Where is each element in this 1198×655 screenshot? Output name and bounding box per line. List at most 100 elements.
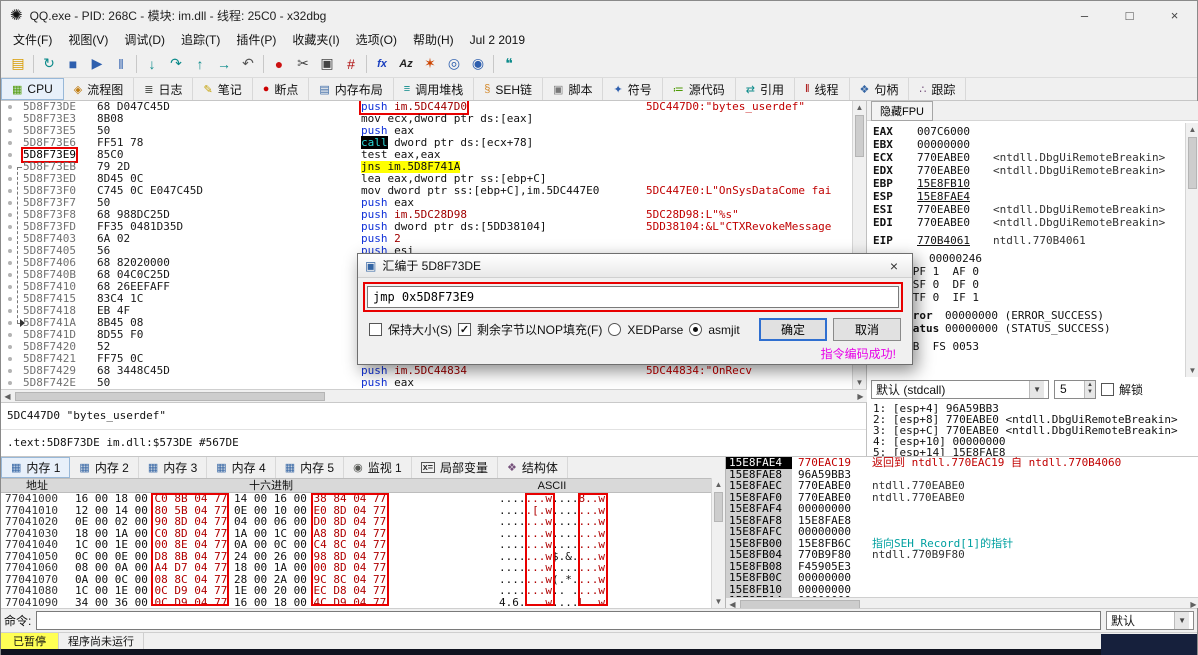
breakpoint-dot-icon[interactable]	[8, 177, 12, 181]
scrollbar-thumb[interactable]	[15, 392, 325, 401]
breakpoint-dot-icon[interactable]	[8, 165, 12, 169]
breakpoint-dot-icon[interactable]	[8, 285, 12, 289]
scrollbar-thumb[interactable]	[855, 115, 864, 157]
dialog-close-icon[interactable]: ×	[876, 254, 912, 277]
patch-icon[interactable]: ▣	[315, 53, 339, 75]
register-value[interactable]: 15E8FAE4	[917, 190, 993, 203]
register-value[interactable]: 00000246	[929, 252, 1005, 265]
unlock-checkbox[interactable]	[1101, 382, 1114, 396]
stack-row[interactable]: 15E8FAE4 770EAC19 返回到 ntdll.770EAC19 自 ntd…	[726, 457, 1198, 469]
tab-dump-2[interactable]: ▦ 内存 2	[70, 457, 139, 478]
breakpoint-dot-icon[interactable]	[8, 117, 12, 121]
stack-row[interactable]: 15E8FB08 F45905E3	[726, 560, 1198, 572]
breakpoint-dot-icon[interactable]	[8, 237, 12, 241]
back-icon[interactable]: ↶	[236, 53, 260, 75]
disasm-row[interactable]: 5D8F7403 6A 02 push 2	[1, 233, 851, 245]
close-button[interactable]: ×	[1152, 1, 1197, 29]
stack-row[interactable]: 15E8FAF8 15E8FAE8	[726, 514, 1198, 526]
fx-icon[interactable]: fx	[370, 53, 394, 75]
scroll-down-icon[interactable]: ▼	[712, 595, 725, 608]
breakpoint-dot-icon[interactable]	[8, 141, 12, 145]
star-icon[interactable]: ✶	[418, 53, 442, 75]
menu-item-7[interactable]: 帮助(H)	[405, 29, 462, 50]
tab-struct[interactable]: ❖ 结构体	[498, 457, 568, 478]
tab-dump-5[interactable]: ▦ 内存 5	[276, 457, 345, 478]
tab-breakpoints[interactable]: ● 断点	[253, 78, 310, 100]
breakpoint-dot-icon[interactable]	[8, 369, 12, 373]
step-over-icon[interactable]: ↷	[164, 53, 188, 75]
scissors-icon[interactable]: ✂	[291, 53, 315, 75]
breakpoint-dot-icon[interactable]	[8, 249, 12, 253]
tab-dump-1[interactable]: ▦ 内存 1	[1, 457, 71, 478]
scroll-up-icon[interactable]: ▲	[712, 478, 725, 491]
breakpoint-dot-icon[interactable]	[8, 309, 12, 313]
command-dropdown[interactable]: 默认 ▼	[1106, 611, 1194, 630]
tab-source[interactable]: ≔ 源代码	[663, 78, 736, 100]
disasm-row[interactable]: 5D8F742E 50 push eax	[1, 377, 851, 389]
tab-log[interactable]: ≣ 日志	[134, 78, 194, 100]
scrollbar-thumb[interactable]	[714, 492, 723, 522]
register-value[interactable]: 00000000 (ERROR_SUCCESS)	[945, 309, 1104, 322]
tab-dump-4[interactable]: ▦ 内存 4	[207, 457, 276, 478]
chat-icon[interactable]: ❝	[497, 53, 521, 75]
minimize-button[interactable]: –	[1062, 1, 1107, 29]
scroll-left-icon[interactable]: ◀	[726, 598, 739, 608]
calling-convention-select[interactable]: 默认 (stdcall) ▼	[871, 379, 1049, 399]
tab-cpu[interactable]: ▦ CPU	[1, 78, 64, 100]
breakpoint-dot-icon[interactable]	[8, 333, 12, 337]
scrollbar-thumb[interactable]	[740, 600, 860, 608]
spinner-arrows-icon[interactable]: ▲ ▼	[1084, 380, 1095, 398]
scroll-down-icon[interactable]: ▼	[1186, 364, 1198, 377]
menu-item-6[interactable]: 选项(O)	[348, 29, 405, 50]
hash-icon[interactable]: #	[339, 53, 363, 75]
menu-item-1[interactable]: 视图(V)	[60, 29, 116, 50]
az-icon[interactable]: Az	[394, 53, 418, 75]
register-value[interactable]: 15E8FB10	[917, 177, 993, 190]
disasm-row[interactable]: 5D8F7429 68 3448C45D push im.5DC44834 5DC44…	[1, 365, 851, 377]
breakpoint-dot-icon[interactable]	[8, 321, 12, 325]
breakpoint-dot-icon[interactable]	[8, 201, 12, 205]
step-out-icon[interactable]: ↑	[188, 53, 212, 75]
menu-item-2[interactable]: 调试(D)	[116, 29, 173, 50]
tab-call-stack[interactable]: ≡ 调用堆栈	[394, 78, 475, 100]
tab-script[interactable]: ▣ 脚本	[543, 78, 604, 100]
breakpoint-dot-icon[interactable]	[8, 213, 12, 217]
stack-row[interactable]: 15E8FB0C 00000000	[726, 572, 1198, 584]
registers-scrollbar[interactable]: ▲ ▼	[1185, 123, 1198, 377]
register-value[interactable]: 770EABE0	[917, 151, 993, 164]
scroll-up-icon[interactable]: ▲	[1186, 123, 1198, 136]
tab-symbols[interactable]: ✦ 符号	[603, 78, 663, 100]
breakpoint-dot-icon[interactable]	[8, 153, 12, 157]
register-value[interactable]: 007C6000	[917, 125, 993, 138]
stack-horizontal-scrollbar[interactable]: ◀ ▶	[726, 597, 1198, 608]
pause-icon[interactable]: ‖	[109, 53, 133, 75]
command-input[interactable]	[36, 611, 1101, 630]
menu-item-5[interactable]: 收藏夹(I)	[284, 29, 347, 50]
register-value[interactable]: 770B4061	[917, 234, 993, 247]
disasm-horizontal-scrollbar[interactable]: ◀ ▶	[1, 389, 867, 402]
maximize-button[interactable]: □	[1107, 1, 1152, 29]
stack-row[interactable]: 15E8FAF4 00000000	[726, 503, 1198, 515]
dump-scrollbar[interactable]: ▲ ▼	[711, 478, 725, 608]
stack-row[interactable]: 15E8FAEC 770EABE0 ntdll.770EABE0	[726, 480, 1198, 492]
cancel-button[interactable]: 取消	[833, 318, 901, 341]
tab-references[interactable]: ⇄ 引用	[736, 78, 795, 100]
scroll-up-icon[interactable]: ▲	[853, 101, 866, 114]
tab-watch-1[interactable]: ◉ 监视 1	[344, 457, 412, 478]
breakpoint-dot-icon[interactable]	[8, 105, 12, 109]
run-icon[interactable]: ▶	[85, 53, 109, 75]
tab-memory-map[interactable]: ▤ 内存布局	[309, 78, 394, 100]
breakpoint-icon[interactable]: ●	[267, 53, 291, 75]
menu-item-0[interactable]: 文件(F)	[5, 29, 60, 50]
tab-graph[interactable]: ◈ 流程图	[64, 78, 135, 100]
menu-item-3[interactable]: 追踪(T)	[173, 29, 228, 50]
tab-dump-3[interactable]: ▦ 内存 3	[139, 457, 208, 478]
scrollbar-thumb[interactable]	[1188, 137, 1197, 189]
disasm-row[interactable]: 5D8F73E3 8B08 mov ecx,dword ptr ds:[eax]	[1, 113, 851, 125]
register-value[interactable]: 770EABE0	[917, 216, 993, 229]
dump-row[interactable]: 77041090 34 00 36 00 0C D9 04 77 16 00 18…	[1, 596, 711, 609]
breakpoint-dot-icon[interactable]	[8, 189, 12, 193]
breakpoint-dot-icon[interactable]	[8, 129, 12, 133]
disasm-row[interactable]: 5D8F73F0 C745 0C E047C45D mov dword ptr ss…	[1, 185, 851, 197]
asmjit-radio[interactable]	[689, 323, 703, 336]
